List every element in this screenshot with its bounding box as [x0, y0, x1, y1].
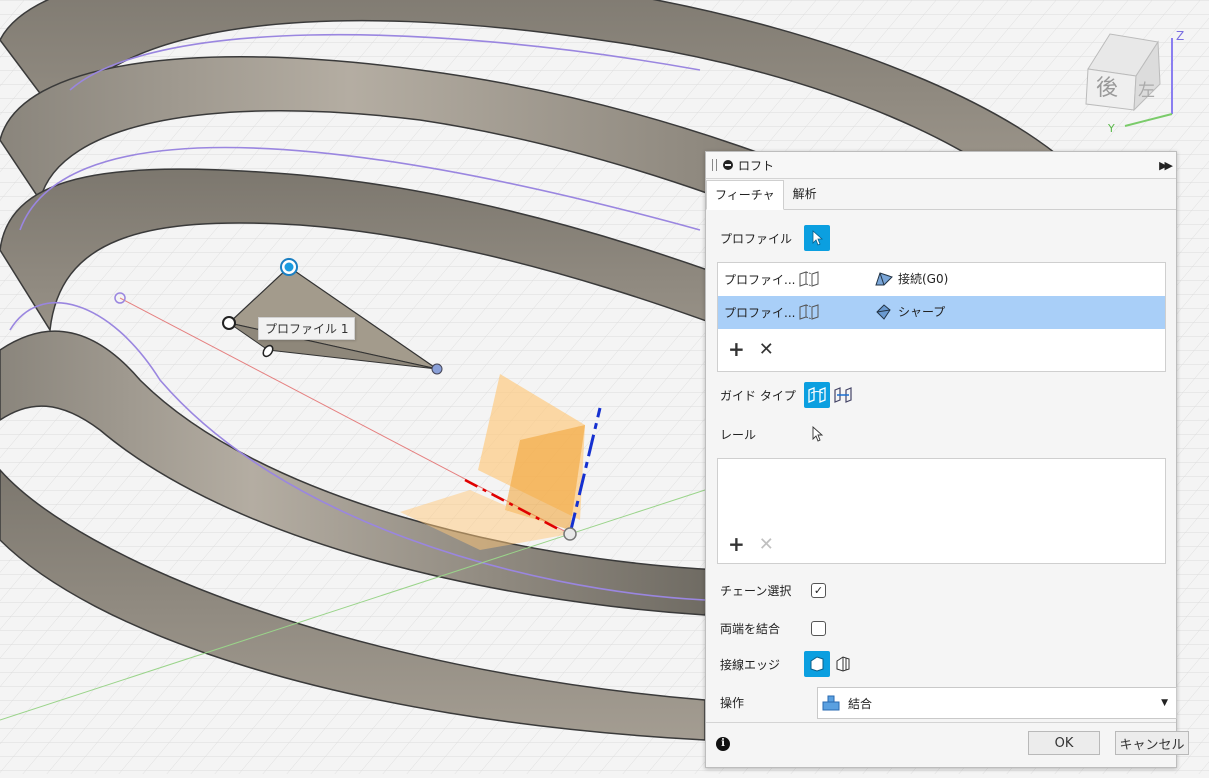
operation-value: 結合: [848, 696, 873, 711]
centerline-icon: [834, 387, 852, 403]
centerline-button[interactable]: [830, 382, 856, 408]
profile-point-left[interactable]: [222, 316, 236, 330]
split-edge-icon: [836, 656, 850, 672]
tab-bar: フィーチャ 解析: [706, 179, 1176, 210]
merge-tangent-edges-button[interactable]: [804, 651, 830, 677]
list-item[interactable]: プロファイ... 接続(G0): [718, 263, 1165, 296]
axis-y-label: Y: [1107, 122, 1115, 134]
condition-dropdown[interactable]: 接続(G0): [874, 270, 948, 287]
condition-label: シャープ: [898, 305, 946, 319]
profile-select-button[interactable]: [804, 225, 830, 251]
profile-tooltip: プロファイル 1: [258, 317, 356, 340]
profile-row: プロファイル: [720, 225, 830, 251]
profile-list-actions: + ✕: [718, 329, 1165, 369]
profile-point-tip[interactable]: [431, 363, 443, 375]
guide-rails-button[interactable]: [804, 382, 830, 408]
expand-panel-icon[interactable]: ▶▶: [1159, 159, 1173, 172]
rails-icon: [808, 387, 826, 403]
join-icon: [822, 695, 840, 711]
cancel-button[interactable]: キャンセル: [1115, 731, 1189, 755]
list-item[interactable]: プロファイ... シャープ: [718, 296, 1165, 329]
drag-handle-icon[interactable]: [712, 159, 717, 171]
profile-name: プロファイ...: [724, 273, 796, 287]
loft-dialog: ロフト ▶▶ フィーチャ 解析 プロファイル プロファイ... 接続(G0) プ…: [705, 151, 1189, 768]
tangent-edges-row: 接線エッジ: [720, 651, 856, 677]
remove-profile-icon[interactable]: ✕: [759, 339, 774, 360]
add-profile-icon[interactable]: +: [728, 337, 745, 361]
view-cube[interactable]: 後 左 Z Y: [1080, 24, 1190, 138]
condition-dropdown[interactable]: シャープ: [874, 303, 945, 320]
cursor-icon: [812, 230, 824, 246]
axis-z-label: Z: [1176, 29, 1184, 43]
rail-list-empty-area: [718, 459, 1165, 525]
operation-dropdown[interactable]: 結合 ▼: [817, 687, 1177, 719]
chevron-down-icon[interactable]: ▼: [1161, 698, 1168, 708]
rail-list: + ✕: [717, 458, 1166, 564]
chain-select-label: チェーン選択: [720, 584, 792, 598]
profile-type-icon[interactable]: [798, 304, 820, 323]
rail-select-button[interactable]: [804, 421, 830, 447]
operation-row: 操作 結合 ▼: [720, 687, 1177, 719]
closed-checkbox[interactable]: [811, 621, 826, 636]
cursor-icon: [812, 426, 824, 442]
viewcube-face-left: 左: [1138, 81, 1155, 101]
rail-label: レール: [720, 427, 757, 442]
closed-label: 両端を結合: [720, 622, 781, 636]
connected-g0-icon: [875, 271, 893, 285]
condition-label: 接続(G0): [898, 272, 949, 286]
guide-type-label: ガイド タイプ: [720, 388, 796, 403]
tab-feature[interactable]: フィーチャ: [706, 180, 784, 210]
chain-select-checkbox[interactable]: ✓: [811, 583, 826, 598]
dialog-footer: i OK キャンセル: [706, 722, 1189, 767]
profile-type-icon[interactable]: [798, 271, 820, 290]
closed-row: 両端を結合: [720, 620, 826, 637]
viewcube-face-back: 後: [1096, 76, 1118, 101]
guide-type-row: ガイド タイプ: [720, 382, 856, 408]
chain-select-row: チェーン選択 ✓: [720, 582, 826, 599]
tangent-edges-label: 接線エッジ: [720, 657, 781, 672]
tab-analysis[interactable]: 解析: [784, 179, 826, 209]
rail-row: レール: [720, 421, 830, 447]
merged-edge-icon: [810, 656, 824, 672]
profile-name: プロファイ...: [724, 306, 796, 320]
info-icon[interactable]: i: [716, 737, 730, 751]
sharp-condition-icon: [876, 303, 891, 320]
profile-label: プロファイル: [720, 231, 793, 246]
keep-tangent-edges-button[interactable]: [830, 651, 856, 677]
ok-button[interactable]: OK: [1028, 731, 1100, 755]
rail-list-actions: + ✕: [718, 525, 1165, 563]
operation-label: 操作: [720, 695, 745, 710]
profile-list: プロファイ... 接続(G0) プロファイ... シャープ + ✕: [717, 262, 1166, 372]
collapse-icon[interactable]: [723, 160, 733, 170]
dialog-titlebar[interactable]: ロフト ▶▶: [706, 152, 1176, 179]
dialog-title: ロフト: [738, 158, 775, 173]
add-rail-icon[interactable]: +: [728, 532, 745, 556]
origin-point[interactable]: [563, 527, 577, 541]
remove-rail-icon: ✕: [758, 533, 774, 555]
